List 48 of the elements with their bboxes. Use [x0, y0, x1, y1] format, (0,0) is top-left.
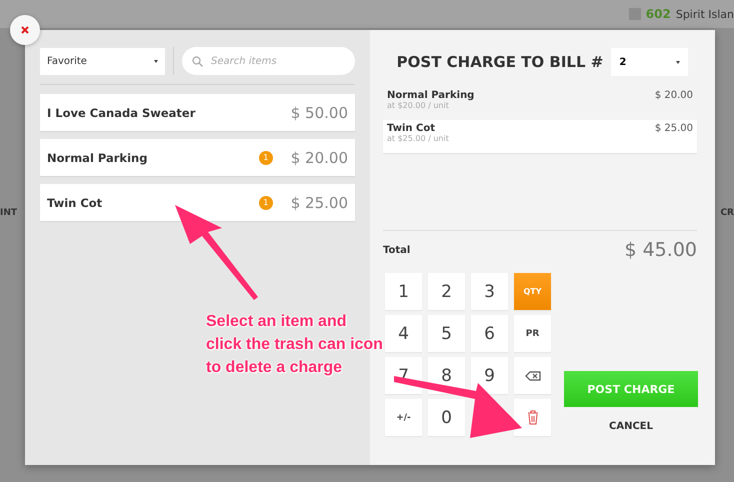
- annotation-text: Select an item and: [206, 312, 346, 332]
- total-label: Total: [383, 244, 410, 256]
- total-amount: $ 45.00: [624, 239, 697, 261]
- digit-key[interactable]: 5: [428, 315, 465, 352]
- digit-key[interactable]: 0: [428, 399, 465, 436]
- unit-price: at $25.00 / unit: [387, 134, 449, 143]
- charge-name: Twin Cot: [387, 123, 436, 134]
- charge-amount: $ 25.00: [654, 123, 693, 136]
- charge-amount: $ 20.00: [654, 90, 693, 103]
- background-label: CR: [720, 208, 734, 218]
- trash-icon: [526, 410, 538, 425]
- backspace-key[interactable]: [514, 357, 551, 394]
- annotation-text: click the trash can icon: [206, 335, 383, 355]
- keypad-key[interactable]: PR: [514, 315, 551, 352]
- search-icon: [192, 56, 203, 66]
- digit-key[interactable]: 2: [428, 273, 465, 310]
- item-name: I Love Canada Sweater: [47, 106, 196, 120]
- unit-price: at $20.00 / unit: [387, 101, 450, 110]
- charge-name: Normal Parking: [387, 90, 474, 101]
- search-field[interactable]: Search items: [182, 47, 355, 75]
- digit-key[interactable]: 9: [471, 357, 508, 394]
- room-number: 602: [646, 7, 671, 21]
- count-badge: 1: [258, 196, 273, 210]
- catalog-item[interactable]: Twin Cot 1 $ 25.00: [40, 184, 355, 221]
- category-dropdown[interactable]: Favorite: [40, 48, 165, 74]
- room-name: Spirit Islan: [676, 8, 734, 20]
- close-icon: [21, 26, 29, 34]
- item-name: Normal Parking: [47, 150, 148, 164]
- delete-button[interactable]: [514, 399, 551, 436]
- digit-key[interactable]: 3: [471, 273, 508, 310]
- cancel-button[interactable]: CANCEL: [605, 419, 657, 434]
- item-price: $ 20.00: [290, 148, 348, 166]
- item-name: Twin Cot: [47, 196, 104, 210]
- charge-line[interactable]: Normal Parking at $20.00 / unit $ 20.00: [383, 87, 697, 120]
- keypad-key[interactable]: +/-: [385, 399, 422, 436]
- digit-key[interactable]: 6: [471, 315, 508, 352]
- item-price: $ 25.00: [290, 194, 348, 212]
- dialog-title: POST CHARGE TO BILL #: [396, 53, 604, 71]
- background-label: INT: [0, 208, 18, 218]
- catalog-item[interactable]: Normal Parking 1 $ 20.00: [40, 139, 355, 176]
- annotation-text: to delete a charge: [206, 358, 342, 378]
- count-badge: 1: [258, 150, 273, 164]
- item-price: $ 50.00: [290, 104, 348, 122]
- digit-key[interactable]: 4: [385, 315, 422, 352]
- catalog-item[interactable]: I Love Canada Sweater $ 50.00: [40, 94, 355, 131]
- backspace-icon: [524, 370, 540, 380]
- bill-dropdown[interactable]: 2: [611, 48, 688, 76]
- digit-key[interactable]: 1: [385, 273, 422, 310]
